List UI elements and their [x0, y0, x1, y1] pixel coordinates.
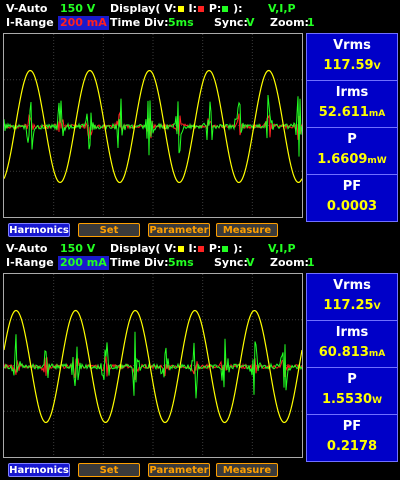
analyzer-panel-1: V-Auto 150 V Display( V: I: P: ): V,I,P …: [0, 0, 400, 240]
power-swatch: [222, 245, 229, 252]
power-unit: W: [372, 396, 383, 406]
current-swatch: [198, 5, 204, 12]
display-label: Display( V: I: P: ):: [110, 242, 243, 255]
v-auto-label: V-Auto: [6, 242, 48, 255]
sync-value: V: [246, 16, 255, 29]
power-unit: mW: [367, 156, 387, 166]
zoom-value: 1: [307, 16, 315, 29]
display-label: Display( V: I: P: ):: [110, 2, 243, 15]
i-range-label: I-Range: [6, 256, 54, 269]
irms-value: 60.813: [318, 345, 369, 360]
vrms-label: Vrms: [333, 38, 371, 53]
power-value: 1.5530: [321, 392, 373, 407]
power-label: P: [347, 372, 357, 387]
v-auto-value: 150 V: [60, 242, 96, 255]
voltage-swatch: [177, 5, 184, 12]
zoom-value: 1: [307, 256, 315, 269]
analyzer-panel-2: V-Auto 150 V Display( V: I: P: ): V,I,P …: [0, 240, 400, 480]
pf-box: PF 0.0003: [306, 174, 398, 222]
measure-button[interactable]: Measure: [216, 223, 278, 237]
waveform-display[interactable]: [3, 273, 303, 458]
measure-button[interactable]: Measure: [216, 463, 278, 477]
parameter-button[interactable]: Parameter: [148, 463, 210, 477]
i-range-label: I-Range: [6, 16, 54, 29]
irms-unit: mA: [368, 109, 386, 119]
power-label: P: [347, 132, 357, 147]
sync-label: Sync:: [214, 16, 248, 29]
power-box: P 1.6609mW: [306, 127, 398, 175]
vrms-unit: V: [373, 62, 381, 72]
v-auto-label: V-Auto: [6, 2, 48, 15]
pf-value: 0.0003: [326, 199, 378, 214]
vrms-value: 117.25: [323, 298, 374, 313]
waveform-display[interactable]: [3, 33, 303, 218]
vrms-label: Vrms: [333, 278, 371, 293]
status-bar: V-Auto 150 V Display( V: I: P: ): V,I,P …: [0, 0, 400, 30]
status-bar: V-Auto 150 V Display( V: I: P: ): V,I,P …: [0, 240, 400, 270]
voltage-swatch: [177, 245, 184, 252]
pf-label: PF: [342, 419, 362, 434]
vrms-box: Vrms 117.59V: [306, 33, 398, 81]
vrms-unit: V: [373, 302, 381, 312]
parameter-button[interactable]: Parameter: [148, 223, 210, 237]
set-button[interactable]: Set: [78, 223, 140, 237]
harmonics-button[interactable]: Harmonics: [8, 223, 70, 237]
pf-value: 0.2178: [326, 439, 378, 454]
sync-label: Sync:: [214, 256, 248, 269]
irms-box: Irms 60.813mA: [306, 320, 398, 368]
display-value: V,I,P: [268, 242, 296, 255]
irms-value: 52.611: [318, 105, 369, 120]
time-div-value: 5ms: [168, 16, 194, 29]
vrms-value: 117.59: [323, 58, 374, 73]
v-auto-value: 150 V: [60, 2, 96, 15]
display-value: V,I,P: [268, 2, 296, 15]
vrms-box: Vrms 117.25V: [306, 273, 398, 321]
i-range-value: 200 mA: [58, 256, 109, 270]
power-box: P 1.5530W: [306, 367, 398, 415]
time-div-label: Time Div:: [110, 16, 169, 29]
i-range-value: 200 mA: [58, 16, 109, 30]
time-div-label: Time Div:: [110, 256, 169, 269]
time-div-value: 5ms: [168, 256, 194, 269]
soft-buttons: Harmonics Set Parameter Measure: [0, 463, 300, 479]
irms-unit: mA: [368, 349, 386, 359]
waveform-svg: [4, 274, 302, 457]
pf-box: PF 0.2178: [306, 414, 398, 462]
power-swatch: [222, 5, 229, 12]
soft-buttons: Harmonics Set Parameter Measure: [0, 223, 300, 239]
zoom-label: Zoom:: [270, 16, 309, 29]
power-value: 1.6609: [317, 152, 368, 167]
sync-value: V: [246, 256, 255, 269]
pf-label: PF: [342, 179, 362, 194]
current-swatch: [198, 245, 204, 252]
irms-label: Irms: [335, 325, 369, 340]
set-button[interactable]: Set: [78, 463, 140, 477]
irms-box: Irms 52.611mA: [306, 80, 398, 128]
zoom-label: Zoom:: [270, 256, 309, 269]
harmonics-button[interactable]: Harmonics: [8, 463, 70, 477]
waveform-svg: [4, 34, 302, 217]
irms-label: Irms: [335, 85, 369, 100]
